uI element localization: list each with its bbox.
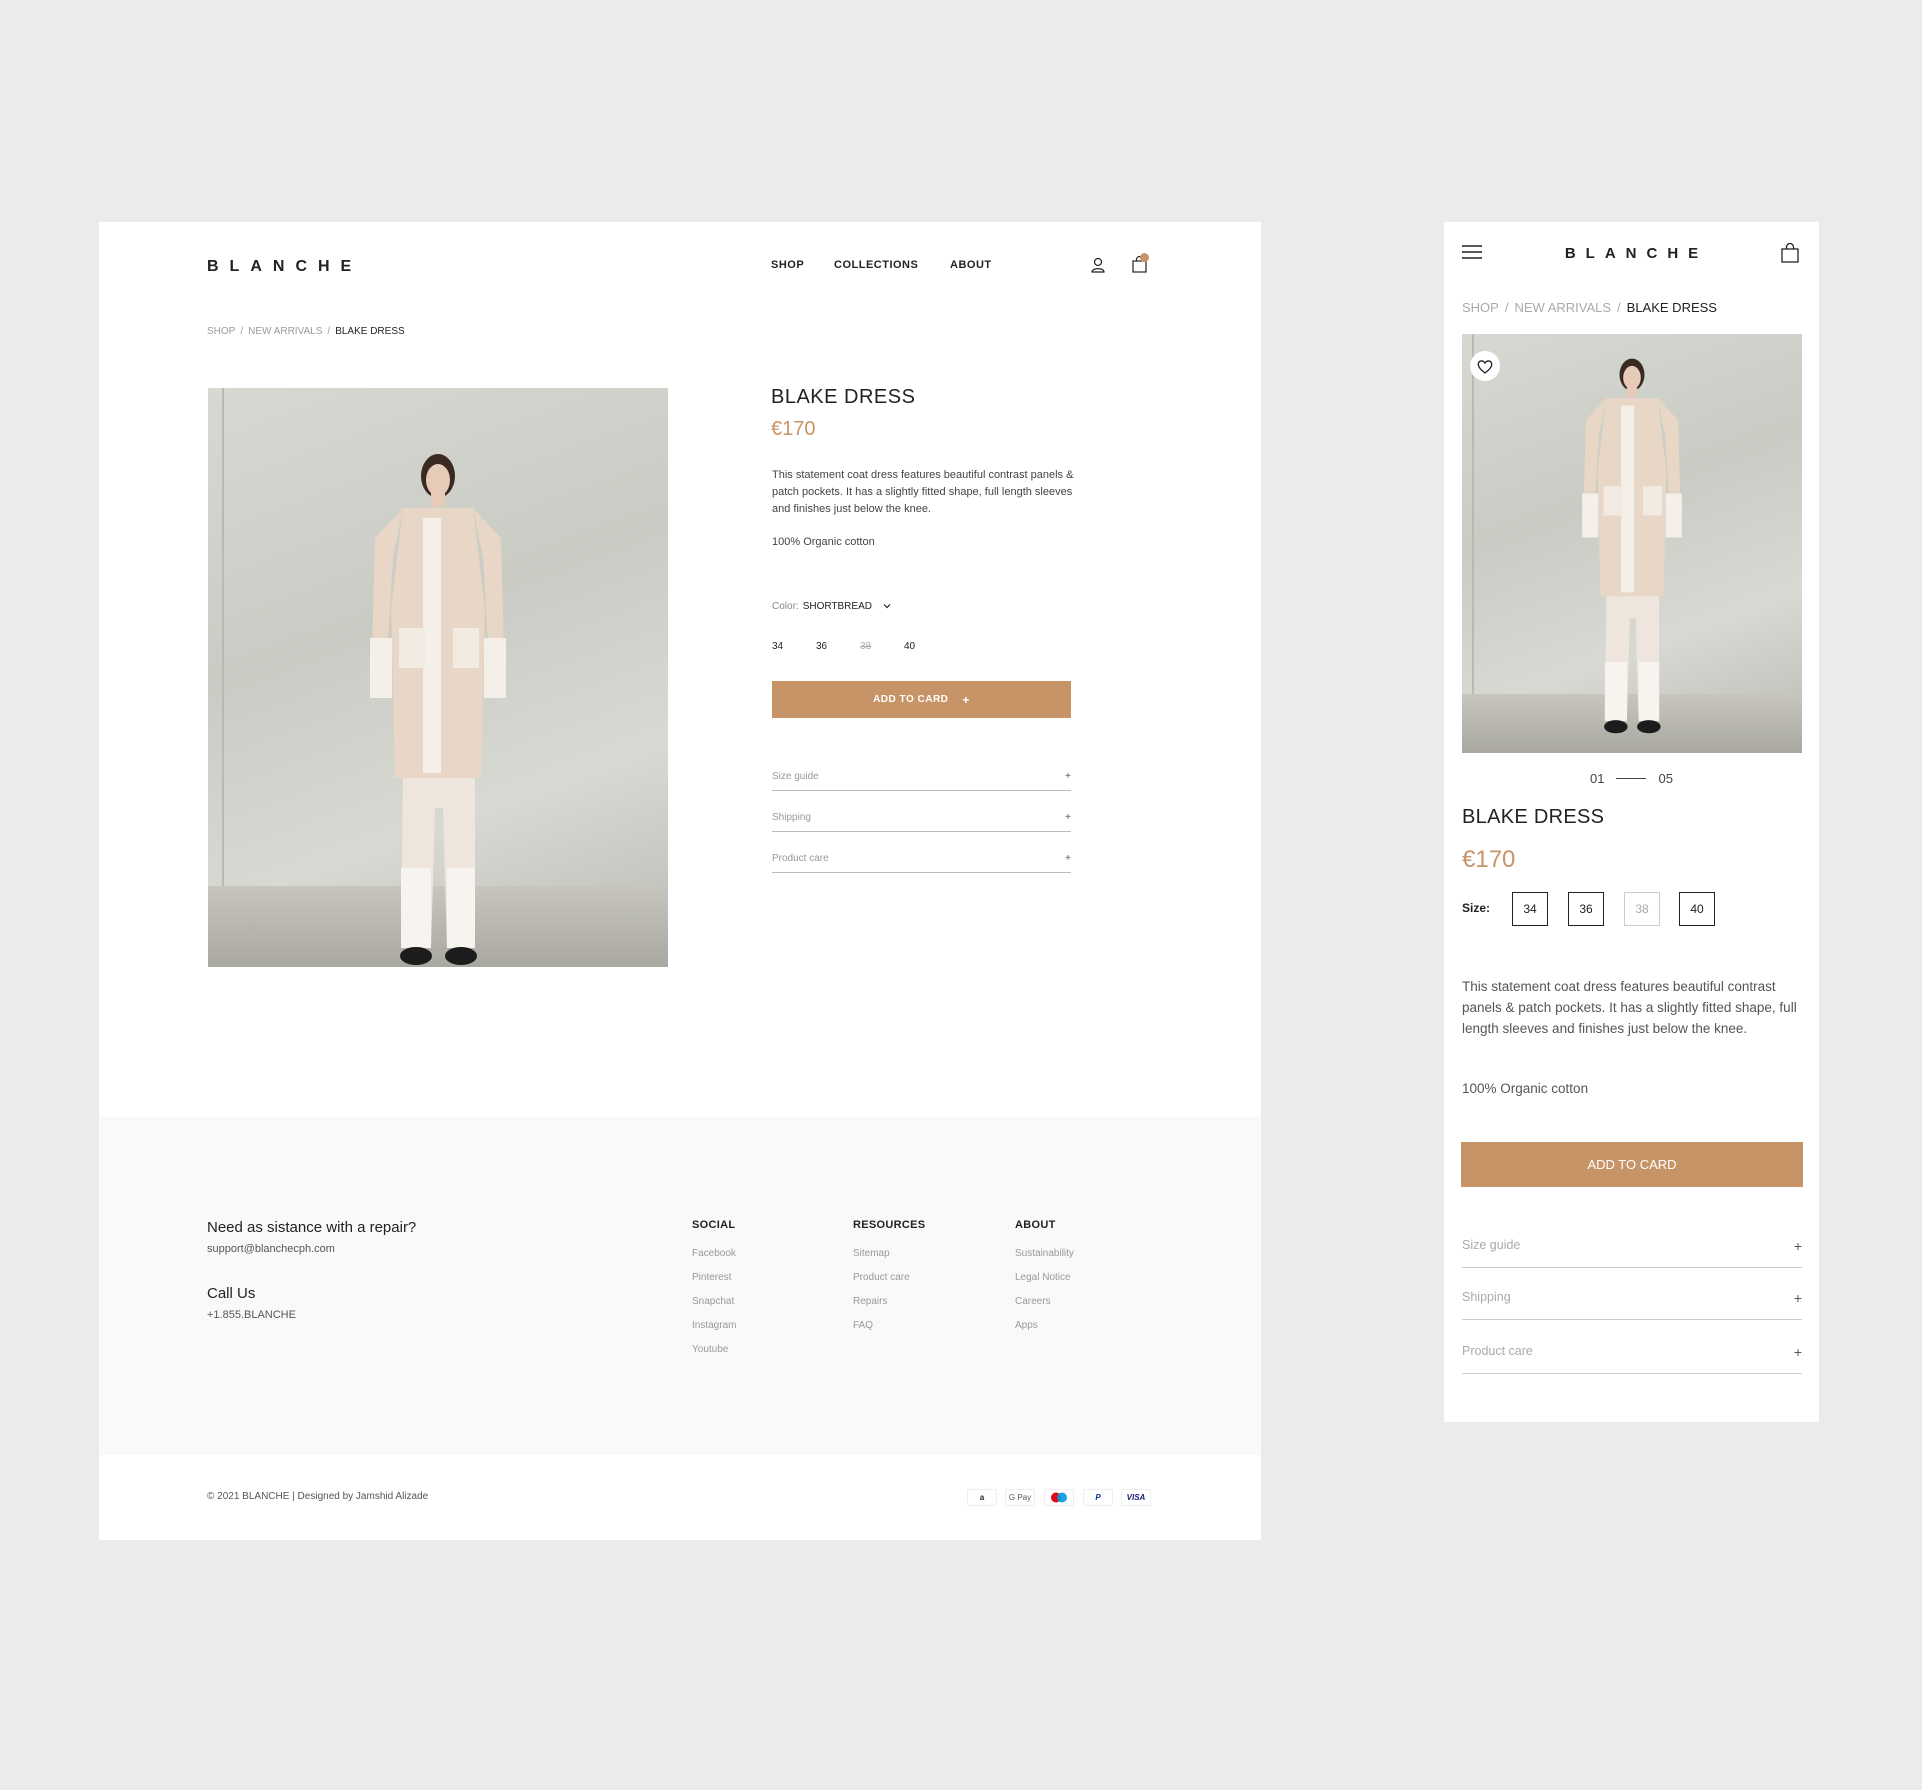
product-price: €170 — [1462, 846, 1516, 873]
brand-logo[interactable]: BLANCHE — [1444, 245, 1819, 262]
call-heading: Call Us — [207, 1285, 256, 1302]
model-figure — [370, 454, 506, 965]
size-40[interactable]: 40 — [1679, 892, 1715, 926]
cart-badge — [1140, 253, 1149, 262]
accordion-size-guide[interactable]: Size guide + — [1462, 1238, 1802, 1268]
nav-about[interactable]: ABOUT — [950, 259, 992, 271]
size-34[interactable]: 34 — [1512, 892, 1548, 926]
pager-current: 01 — [1590, 771, 1605, 786]
footer-link[interactable]: Product care — [853, 1272, 925, 1296]
image-pager: 01 05 — [1590, 771, 1673, 786]
copyright: © 2021 BLANCHE | Designed by Jamshid Ali… — [207, 1491, 429, 1502]
footer-link[interactable]: Sitemap — [853, 1248, 925, 1272]
product-description: This statement coat dress features beaut… — [1462, 979, 1797, 1036]
mobile-product-page: BLANCHE SHOP / NEW ARRIVALS / BLAKE DRESS — [1444, 222, 1819, 1422]
product-material: 100% Organic cotton — [772, 536, 875, 548]
add-to-cart-button[interactable]: ADD TO CARD + — [772, 681, 1071, 718]
shopping-bag-icon[interactable] — [1781, 242, 1799, 268]
product-title: BLAKE DRESS — [771, 386, 916, 408]
breadcrumb-shop[interactable]: SHOP — [1462, 300, 1499, 315]
plus-icon: + — [1793, 1238, 1802, 1254]
add-to-cart-button[interactable]: ADD TO CARD — [1461, 1142, 1803, 1187]
nav-collections[interactable]: COLLECTIONS — [834, 259, 918, 271]
size-38-unavailable: 38 — [1624, 892, 1660, 926]
size-36[interactable]: 36 — [1568, 892, 1604, 926]
color-label: Color: — [772, 601, 799, 612]
visa-icon: VISA — [1121, 1489, 1151, 1506]
product-image[interactable] — [208, 388, 668, 967]
breadcrumb-new-arrivals[interactable]: NEW ARRIVALS — [1514, 300, 1611, 315]
footer: Need as sistance with a repair? support@… — [99, 1117, 1261, 1455]
heart-icon[interactable] — [1470, 351, 1500, 381]
footer-col-social: SOCIAL Facebook Pinterest Snapchat Insta… — [692, 1219, 736, 1368]
accordion-product-care[interactable]: Product care + — [1462, 1344, 1802, 1374]
size-label: Size: — [1462, 901, 1491, 915]
breadcrumb-new-arrivals[interactable]: NEW ARRIVALS — [248, 326, 322, 337]
footer-col-about: ABOUT Sustainability Legal Notice Career… — [1015, 1219, 1074, 1344]
plus-icon: + — [962, 692, 970, 707]
breadcrumb: SHOP / NEW ARRIVALS / BLAKE DRESS — [207, 326, 405, 337]
user-icon[interactable] — [1091, 257, 1105, 278]
size-40[interactable]: 40 — [904, 641, 948, 652]
add-to-cart-label: ADD TO CARD — [873, 694, 949, 705]
paypal-icon: P — [1083, 1489, 1113, 1506]
size-38-unavailable: 38 — [860, 641, 872, 652]
plus-icon: + — [1065, 812, 1071, 823]
product-title: BLAKE DRESS — [1462, 806, 1605, 828]
model-figure — [1582, 358, 1682, 734]
footer-link[interactable]: FAQ — [853, 1320, 925, 1344]
desktop-product-page: BLANCHE SHOP COLLECTIONS ABOUT SHOP / NEW … — [99, 222, 1261, 1540]
footer-col-resources: RESOURCES Sitemap Product care Repairs F… — [853, 1219, 925, 1344]
plus-icon: + — [1065, 853, 1071, 864]
footer-link[interactable]: Youtube — [692, 1344, 736, 1368]
plus-icon: + — [1065, 771, 1071, 782]
plus-icon: + — [1793, 1290, 1802, 1306]
footer-link[interactable]: Pinterest — [692, 1272, 736, 1296]
footer-link[interactable]: Legal Notice — [1015, 1272, 1074, 1296]
breadcrumb: SHOP / NEW ARRIVALS / BLAKE DRESS — [1462, 300, 1717, 315]
repair-heading: Need as sistance with a repair? — [207, 1219, 417, 1236]
footer-link[interactable]: Instagram — [692, 1320, 736, 1344]
pager-total: 05 — [1658, 771, 1673, 786]
size-34[interactable]: 34 — [772, 641, 816, 652]
accordion-shipping[interactable]: Shipping + — [1462, 1290, 1802, 1320]
breadcrumb-current: BLAKE DRESS — [335, 326, 405, 337]
amazon-pay-icon: a — [967, 1489, 997, 1506]
footer-link[interactable]: Facebook — [692, 1248, 736, 1272]
accordion-shipping[interactable]: Shipping + — [772, 812, 1071, 832]
footer-link[interactable]: Careers — [1015, 1296, 1074, 1320]
call-number[interactable]: +1.855.BLANCHE — [207, 1309, 296, 1321]
size-options: 34 36 38 40 — [772, 641, 948, 652]
accordion-product-care[interactable]: Product care + — [772, 853, 1071, 873]
google-pay-icon: G Pay — [1005, 1489, 1035, 1506]
product-description: This statement coat dress features beaut… — [772, 469, 1074, 515]
product-image[interactable] — [1462, 334, 1802, 753]
chevron-down-icon[interactable] — [880, 601, 891, 612]
product-price: €170 — [771, 418, 816, 440]
nav-shop[interactable]: SHOP — [771, 259, 804, 271]
footer-link[interactable]: Snapchat — [692, 1296, 736, 1320]
breadcrumb-current: BLAKE DRESS — [1626, 300, 1717, 315]
footer-link[interactable]: Sustainability — [1015, 1248, 1074, 1272]
footer-link[interactable]: Repairs — [853, 1296, 925, 1320]
brand-logo[interactable]: BLANCHE — [207, 258, 362, 276]
support-email[interactable]: support@blanchecph.com — [207, 1243, 335, 1255]
color-selector[interactable]: Color: SHORTBREAD — [772, 601, 891, 612]
plus-icon: + — [1793, 1344, 1802, 1360]
maestro-icon — [1044, 1489, 1074, 1506]
product-material: 100% Organic cotton — [1462, 1081, 1589, 1096]
breadcrumb-shop[interactable]: SHOP — [207, 326, 235, 337]
footer-link[interactable]: Apps — [1015, 1320, 1074, 1344]
size-36[interactable]: 36 — [816, 641, 860, 652]
color-value: SHORTBREAD — [802, 601, 872, 612]
accordion-size-guide[interactable]: Size guide + — [772, 771, 1071, 791]
